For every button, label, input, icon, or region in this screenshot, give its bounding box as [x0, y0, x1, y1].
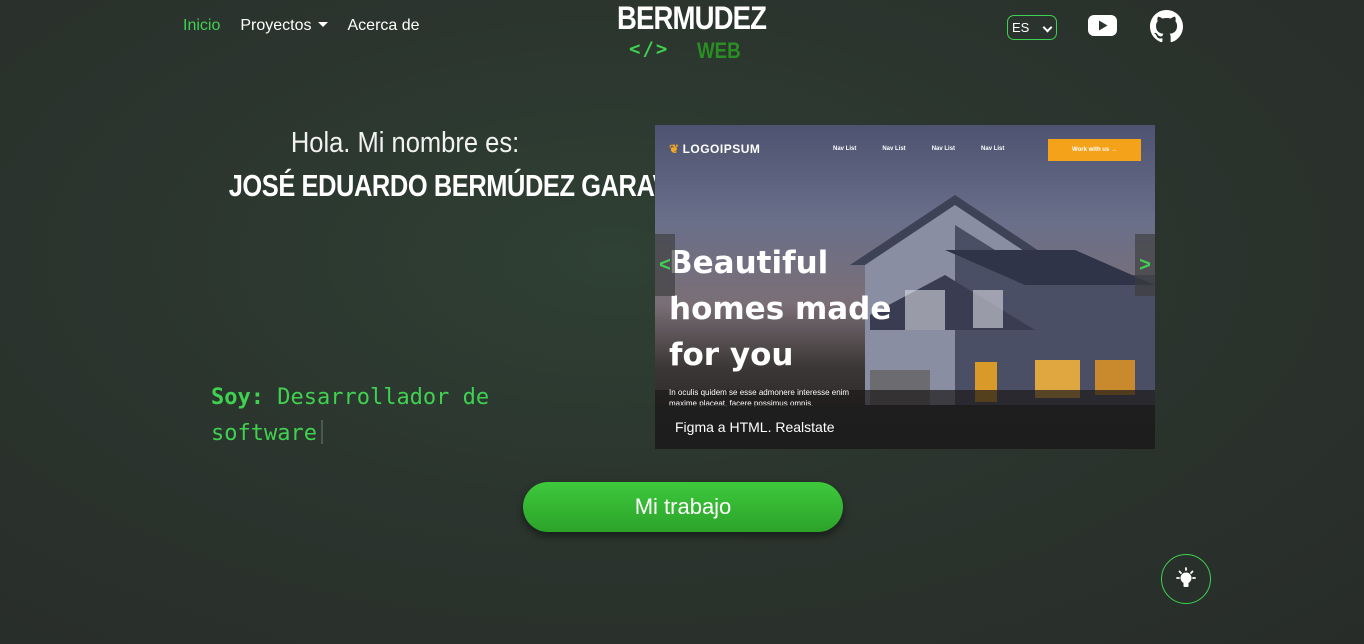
slide-body-text: In oculis quidem se esse admonere intere… [669, 388, 850, 407]
slide-caption-bar[interactable]: Figma a HTML. Realstate [655, 405, 1155, 449]
github-icon[interactable] [1150, 10, 1183, 43]
chevron-down-icon [1042, 22, 1053, 33]
language-select[interactable]: ES [1007, 15, 1057, 40]
logo-code-symbol: </> [629, 38, 670, 60]
typing-cursor [320, 420, 323, 444]
wheat-icon: ❦ [669, 142, 680, 156]
logo-title: BERMUDEZ [617, 0, 767, 36]
mock-site-navbar: ❦ LOGOIPSUM Nav List Nav List Nav List Na… [655, 125, 1155, 175]
language-selected: ES [1012, 20, 1030, 35]
mock-logo: ❦ LOGOIPSUM [669, 142, 760, 156]
mock-nav-link: Nav List [882, 146, 906, 152]
mock-nav-links: Nav List Nav List Nav List Nav List [833, 146, 1004, 152]
my-work-button[interactable]: Mi trabajo [523, 482, 843, 532]
nav-proyectos-dropdown[interactable]: Proyectos [240, 17, 328, 35]
carousel-next-button[interactable]: > [1135, 234, 1155, 296]
mock-cta-button: Work with us → [1048, 139, 1141, 161]
nav-links: Inicio Proyectos Acerca de [183, 17, 420, 35]
role-label: Soy: [211, 385, 264, 410]
youtube-icon[interactable] [1088, 15, 1117, 36]
top-navbar: Inicio Proyectos Acerca de BERMUDEZ </> … [0, 0, 1364, 63]
nav-acerca-de[interactable]: Acerca de [348, 17, 420, 35]
full-name: JOSÉ EDUARDO BERMÚDEZ GARAVITO [228, 168, 710, 203]
mock-nav-link: Nav List [931, 146, 956, 152]
theme-toggle-button[interactable] [1161, 554, 1211, 604]
mock-nav-link: Nav List [981, 146, 1005, 152]
site-logo[interactable]: BERMUDEZ </> WEB [617, 0, 767, 63]
logo-subtitle: WEB [697, 38, 741, 63]
mock-logo-text: LOGOIPSUM [682, 142, 761, 156]
role-typewriter: Soy: Desarrollador de software [211, 380, 551, 452]
carousel-prev-button[interactable]: < [655, 234, 675, 296]
slide-caption: Figma a HTML. Realstate [675, 419, 835, 435]
nav-proyectos-label: Proyectos [240, 17, 312, 34]
greeting-text: Hola. Mi nombre es: [290, 127, 520, 159]
caret-down-icon [317, 22, 328, 27]
mock-nav-link: Nav List [833, 146, 857, 152]
lightbulb-icon [1176, 567, 1196, 587]
nav-inicio[interactable]: Inicio [183, 17, 220, 35]
slide-heading: Beautiful homes made for you [669, 245, 892, 373]
projects-carousel: ❦ LOGOIPSUM Nav List Nav List Nav List Na… [655, 125, 1155, 449]
